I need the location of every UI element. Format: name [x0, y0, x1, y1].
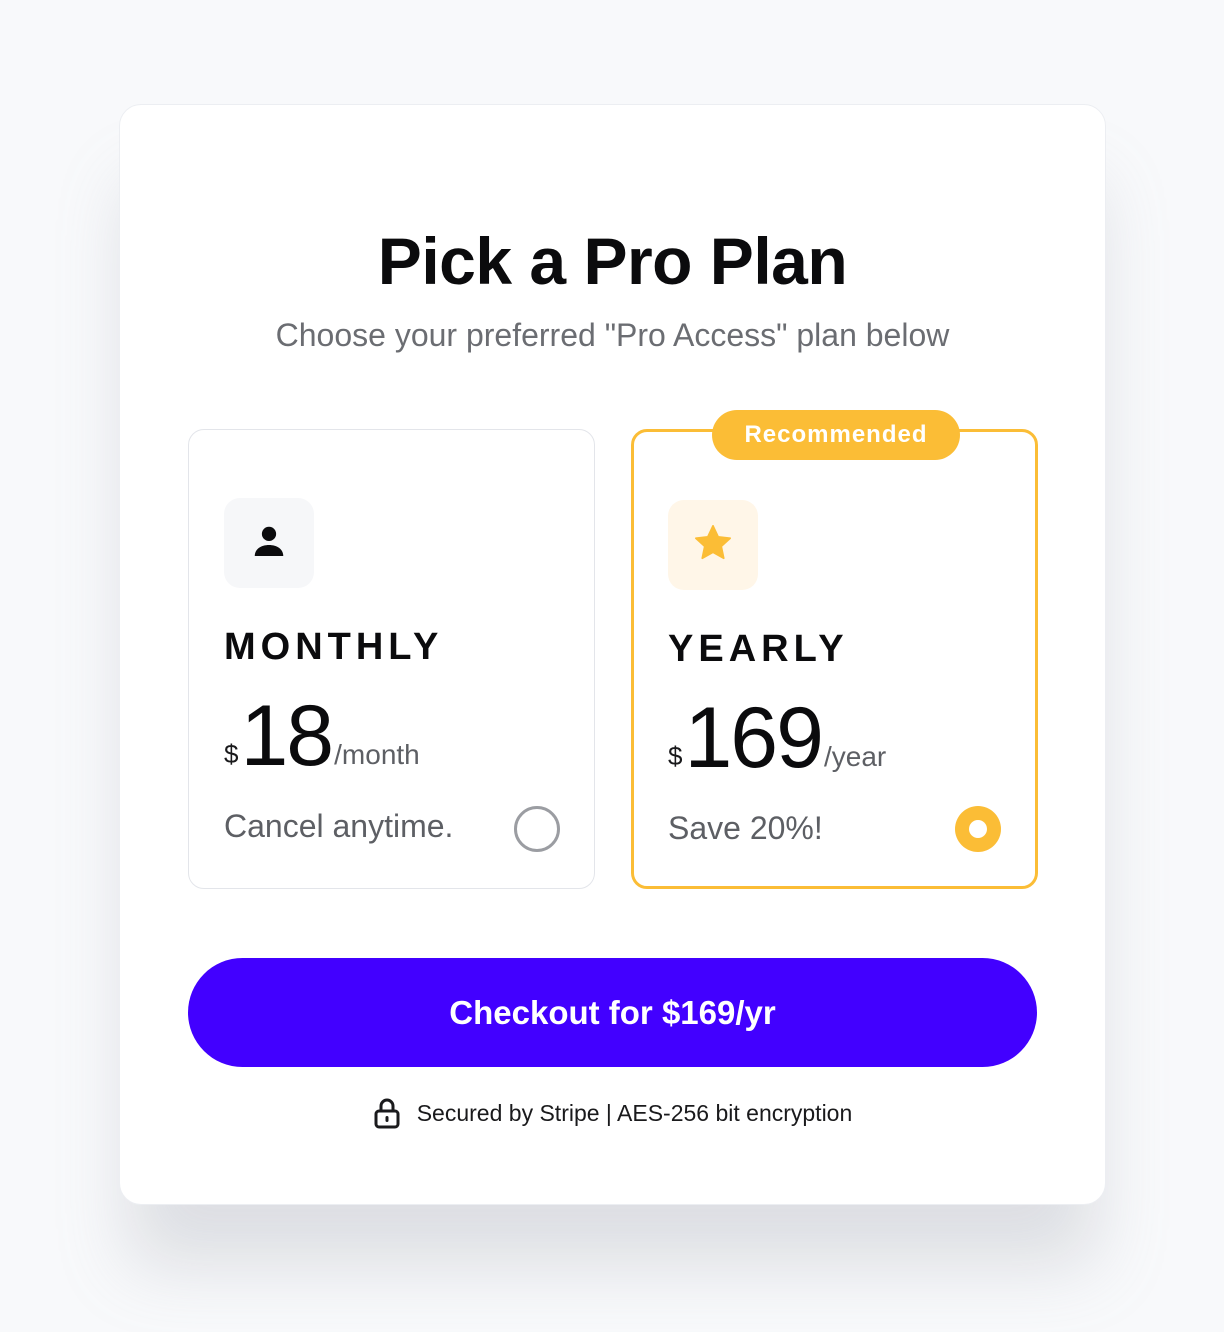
price-currency: $: [224, 739, 239, 770]
plan-radio-yearly[interactable]: [955, 806, 1001, 852]
price-period: /year: [823, 741, 887, 773]
plan-card-monthly[interactable]: MONTHLY $ 18 /month Cancel anytime.: [188, 429, 595, 889]
price-period: /month: [334, 739, 420, 771]
plan-note: Cancel anytime.: [224, 808, 454, 844]
plan-name: MONTHLY: [224, 626, 444, 668]
radio-selected-dot: [969, 820, 987, 838]
star-icon-box: [668, 500, 758, 590]
user-icon-box: [224, 498, 314, 588]
plan-card-yearly[interactable]: Recommended YEARLY $ 169 /year Save 20%!: [631, 410, 1038, 889]
plan-note: Save 20%!: [668, 810, 823, 846]
plan-radio-monthly[interactable]: [514, 806, 560, 852]
page-subtitle: Choose your preferred "Pro Access" plan …: [275, 317, 950, 353]
checkout-button[interactable]: Checkout for $169/yr: [188, 958, 1037, 1067]
plan-price: $ 169 /year: [668, 690, 887, 786]
security-note: Secured by Stripe | AES-256 bit encrypti…: [120, 1097, 1105, 1129]
price-currency: $: [668, 741, 683, 772]
page-title: Pick a Pro Plan: [377, 224, 848, 298]
price-amount: 18: [240, 688, 334, 784]
plan-picker-card: Pick a Pro Plan Choose your preferred "P…: [119, 104, 1106, 1205]
user-icon: [250, 522, 288, 565]
star-icon: [692, 522, 734, 569]
lock-icon: [373, 1097, 401, 1129]
recommended-badge: Recommended: [712, 410, 960, 460]
plan-name: YEARLY: [668, 628, 849, 670]
price-amount: 169: [684, 690, 823, 786]
security-text: Secured by Stripe | AES-256 bit encrypti…: [416, 1099, 853, 1126]
plan-price: $ 18 /month: [224, 688, 420, 784]
